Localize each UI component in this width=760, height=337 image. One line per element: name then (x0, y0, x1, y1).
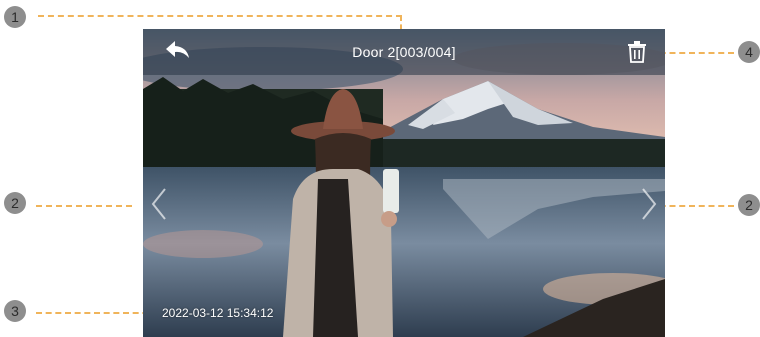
record-title: Door 2[003/004] (352, 44, 456, 60)
callout-marker-4: 4 (738, 41, 760, 63)
callout-line-2-left (36, 205, 132, 207)
playback-screen: Door 2[003/004] 2022-03-12 15:34:12 (143, 29, 665, 337)
callout-line-1 (38, 15, 402, 17)
callout-marker-3: 3 (4, 300, 26, 322)
trash-icon[interactable] (627, 41, 647, 63)
back-arrow-icon[interactable] (165, 39, 191, 61)
callout-marker-2-right: 2 (738, 194, 760, 216)
callout-marker-1: 1 (4, 6, 26, 28)
callout-line-3 (36, 312, 158, 314)
snapshot-photo (143, 29, 665, 337)
chevron-left-icon[interactable] (149, 187, 169, 221)
callout-marker-2-left: 2 (4, 192, 26, 214)
chevron-right-icon[interactable] (639, 187, 659, 221)
capture-timestamp: 2022-03-12 15:34:12 (162, 306, 274, 320)
